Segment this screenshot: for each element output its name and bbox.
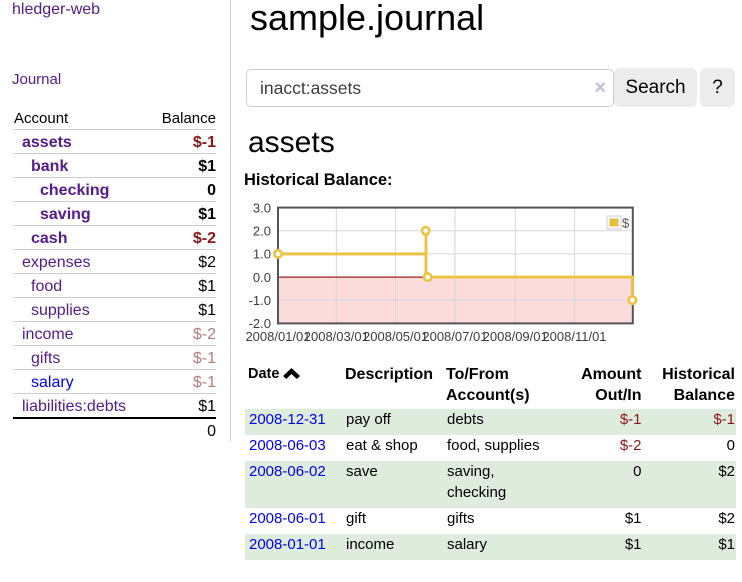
svg-text:-1.0: -1.0	[249, 293, 271, 308]
svg-text:2008/01/01: 2008/01/01	[245, 329, 310, 344]
svg-text:2008/11/01: 2008/11/01	[542, 329, 606, 344]
svg-text:3.0: 3.0	[253, 200, 271, 215]
svg-text:0.0: 0.0	[253, 270, 271, 285]
svg-text:2008/09/01: 2008/09/01	[483, 329, 548, 344]
svg-text:2008/03/01: 2008/03/01	[304, 329, 369, 344]
svg-text:2008/05/01: 2008/05/01	[363, 329, 428, 344]
svg-text:2.0: 2.0	[253, 224, 271, 239]
svg-text:$: $	[622, 216, 630, 231]
svg-text:1.0: 1.0	[253, 247, 271, 262]
svg-text:2008/07/01: 2008/07/01	[422, 329, 487, 344]
